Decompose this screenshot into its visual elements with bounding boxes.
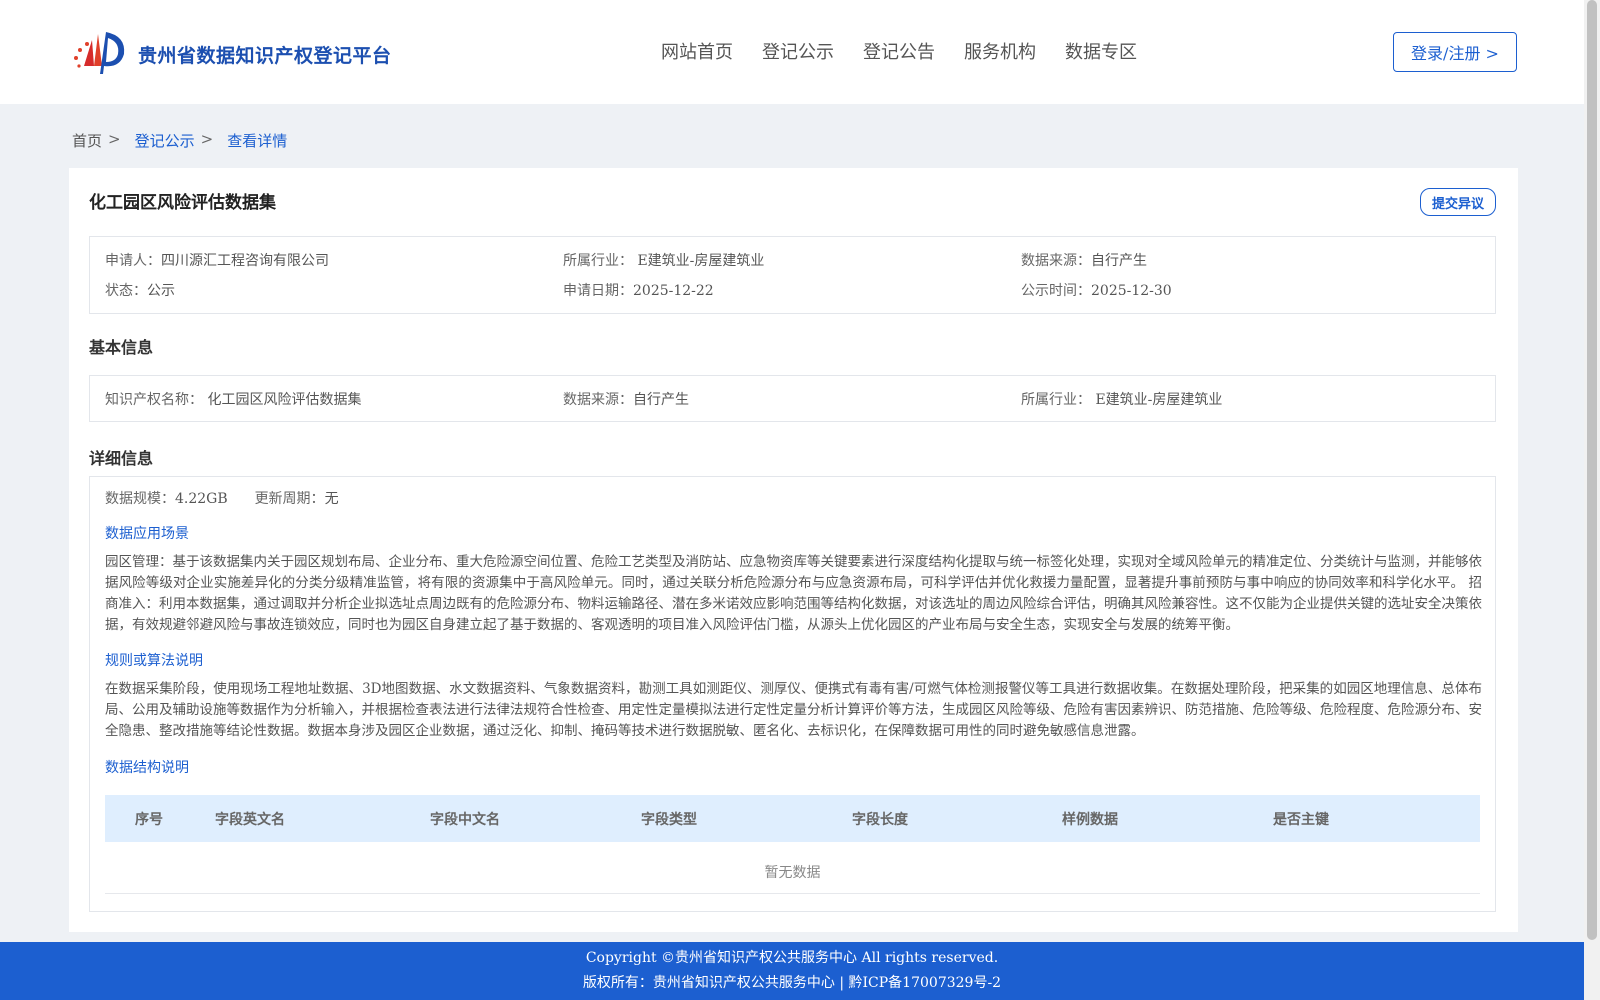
- detail-info-heading: 详细信息: [89, 449, 154, 468]
- ip-name-label: 知识产权名称：: [105, 392, 203, 408]
- column-header-primary-key: 是否主键: [1273, 812, 1329, 828]
- source-label: 数据来源：: [1021, 253, 1091, 269]
- breadcrumb-current: 查看详情: [227, 132, 288, 150]
- source-field: 数据来源：自行产生: [1021, 250, 1147, 270]
- applicant-value: 四川源汇工程咨询有限公司: [161, 253, 329, 269]
- logo-emblem-icon[interactable]: [70, 26, 130, 78]
- top-header: 贵州省数据知识产权登记平台 网站首页 登记公示 登记公告 服务机构 数据专区 登…: [0, 0, 1584, 104]
- breadcrumb-home[interactable]: 首页: [72, 130, 102, 151]
- application-scene-text: 园区管理：基于该数据集内关于园区规划布局、企业分布、重大危险源空间位置、危险工艺…: [105, 554, 1482, 633]
- data-scale-label: 数据规模：: [105, 491, 175, 507]
- basic-industry-field: 所属行业： E建筑业-房屋建筑业: [1021, 389, 1222, 409]
- basic-info-heading: 基本信息: [89, 338, 154, 357]
- table-empty-text: 暂无数据: [764, 865, 821, 881]
- column-header-sample: 样例数据: [1062, 812, 1118, 828]
- rule-algorithm-text: 在数据采集阶段，使用现场工程地址数据、3D地图数据、水文数据资料、气象数据资料，…: [105, 681, 1482, 739]
- breadcrumb-separator: >: [108, 130, 121, 148]
- basic-info-box: 知识产权名称： 化工园区风险评估数据集 数据来源：自行产生 所属行业： E建筑业…: [89, 375, 1496, 422]
- column-header-field-type: 字段类型: [641, 812, 697, 828]
- ip-name-value: 化工园区风险评估数据集: [207, 392, 362, 408]
- industry-value: E建筑业-房屋建筑业: [637, 253, 765, 269]
- submit-objection-button[interactable]: 提交异议: [1420, 188, 1496, 216]
- basic-source-field: 数据来源：自行产生: [563, 389, 689, 409]
- basic-source-value: 自行产生: [633, 392, 689, 408]
- nav-item-data-zone[interactable]: 数据专区: [1065, 38, 1137, 64]
- nav-item-registration-notice[interactable]: 登记公示: [762, 38, 834, 64]
- summary-box: 申请人：四川源汇工程咨询有限公司 所属行业： E建筑业-房屋建筑业 数据来源：自…: [89, 236, 1496, 314]
- basic-industry-label: 所属行业：: [1021, 392, 1091, 408]
- apply-date-label: 申请日期：: [563, 283, 633, 299]
- page-title: 化工园区风险评估数据集: [89, 193, 276, 213]
- column-header-field-cn: 字段中文名: [430, 812, 500, 828]
- table-header-row: 序号 字段英文名 字段中文名 字段类型 字段长度 样例数据 是否主键: [105, 795, 1480, 842]
- detail-info-box: 数据规模：4.22GB 更新周期：无 数据应用场景 园区管理：基于该数据集内关于…: [89, 476, 1496, 912]
- column-header-field-en: 字段英文名: [215, 812, 285, 828]
- rule-algorithm-heading: 规则或算法说明: [105, 653, 203, 669]
- update-cycle-label: 更新周期：: [254, 491, 325, 507]
- login-register-button[interactable]: 登录/注册 >: [1393, 32, 1517, 72]
- scrollbar-thumb[interactable]: [1587, 0, 1597, 940]
- nav-item-service-agencies[interactable]: 服务机构: [964, 38, 1036, 64]
- industry-label: 所属行业：: [563, 253, 633, 269]
- footer: Copyright ©贵州省知识产权公共服务中心 All rights rese…: [0, 942, 1584, 1000]
- detail-card: 化工园区风险评估数据集 提交异议 申请人：四川源汇工程咨询有限公司 所属行业： …: [69, 168, 1518, 932]
- data-scale-field: 数据规模：4.22GB 更新周期：无: [105, 488, 339, 508]
- breadcrumb: 首页 > 登记公示 > 查看详情: [72, 130, 293, 151]
- publish-time-field: 公示时间：2025-12-30: [1021, 280, 1172, 300]
- applicant-label: 申请人：: [105, 253, 161, 269]
- industry-field: 所属行业： E建筑业-房屋建筑业: [563, 250, 764, 270]
- publish-time-value: 2025-12-30: [1091, 283, 1172, 299]
- footer-owner: 版权所有：贵州省知识产权公共服务中心 | 黔ICP备17007329号-2: [582, 975, 1002, 991]
- status-label: 状态：: [105, 283, 147, 299]
- data-scale-value: 4.22GB: [175, 491, 228, 507]
- nav-item-home[interactable]: 网站首页: [661, 38, 733, 64]
- apply-date-field: 申请日期：2025-12-22: [563, 280, 714, 300]
- source-value: 自行产生: [1091, 253, 1147, 269]
- footer-copyright: Copyright ©贵州省知识产权公共服务中心 All rights rese…: [585, 950, 999, 966]
- column-header-field-length: 字段长度: [852, 812, 908, 828]
- application-scene-heading: 数据应用场景: [105, 526, 189, 542]
- publish-time-label: 公示时间：: [1021, 283, 1091, 299]
- update-cycle-value: 无: [324, 491, 339, 507]
- site-title[interactable]: 贵州省数据知识产权登记平台: [138, 41, 392, 68]
- basic-industry-value: E建筑业-房屋建筑业: [1095, 392, 1223, 408]
- applicant-field: 申请人：四川源汇工程咨询有限公司: [105, 250, 329, 270]
- table-divider: [105, 893, 1480, 894]
- main-nav: 网站首页 登记公示 登记公告 服务机构 数据专区: [661, 38, 1166, 64]
- status-value: 公示: [147, 283, 175, 299]
- column-header-index: 序号: [135, 812, 163, 828]
- breadcrumb-separator: >: [200, 130, 214, 148]
- nav-item-registration-announcement[interactable]: 登记公告: [863, 38, 935, 64]
- basic-source-label: 数据来源：: [563, 392, 633, 408]
- breadcrumb-registration-notice[interactable]: 登记公示: [135, 130, 195, 151]
- apply-date-value: 2025-12-22: [633, 283, 714, 299]
- ip-name-field: 知识产权名称： 化工园区风险评估数据集: [105, 389, 361, 409]
- data-structure-heading: 数据结构说明: [105, 760, 189, 776]
- vertical-scrollbar[interactable]: [1584, 0, 1600, 1000]
- status-field: 状态：公示: [105, 280, 175, 300]
